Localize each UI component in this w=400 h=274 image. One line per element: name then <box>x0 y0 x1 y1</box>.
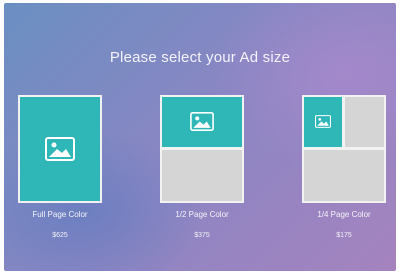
image-icon <box>315 115 331 128</box>
image-icon <box>45 137 75 161</box>
ad-option-price: $175 <box>336 232 352 239</box>
ad-preview-area <box>304 97 342 147</box>
ad-preview-empty <box>304 150 384 201</box>
ad-preview-half-page[interactable] <box>160 95 244 203</box>
ad-option-price: $375 <box>194 232 210 239</box>
ad-size-panel: Please select your Ad size Full Page Col… <box>4 3 396 271</box>
ad-preview-area <box>162 97 242 147</box>
ad-preview-area <box>20 97 100 201</box>
ad-preview-full-page[interactable] <box>18 95 102 203</box>
ad-option-price: $625 <box>52 232 68 239</box>
ad-option-label: 1/4 Page Color <box>317 210 371 219</box>
ad-option-label: 1/2 Page Color <box>175 210 229 219</box>
page-title: Please select your Ad size <box>109 49 291 66</box>
ad-preview-empty <box>345 97 384 147</box>
image-icon <box>190 112 214 131</box>
ad-preview-quarter-page[interactable] <box>302 95 386 203</box>
ad-preview-empty <box>162 150 242 201</box>
ad-option-label: Full Page Color <box>32 210 88 219</box>
